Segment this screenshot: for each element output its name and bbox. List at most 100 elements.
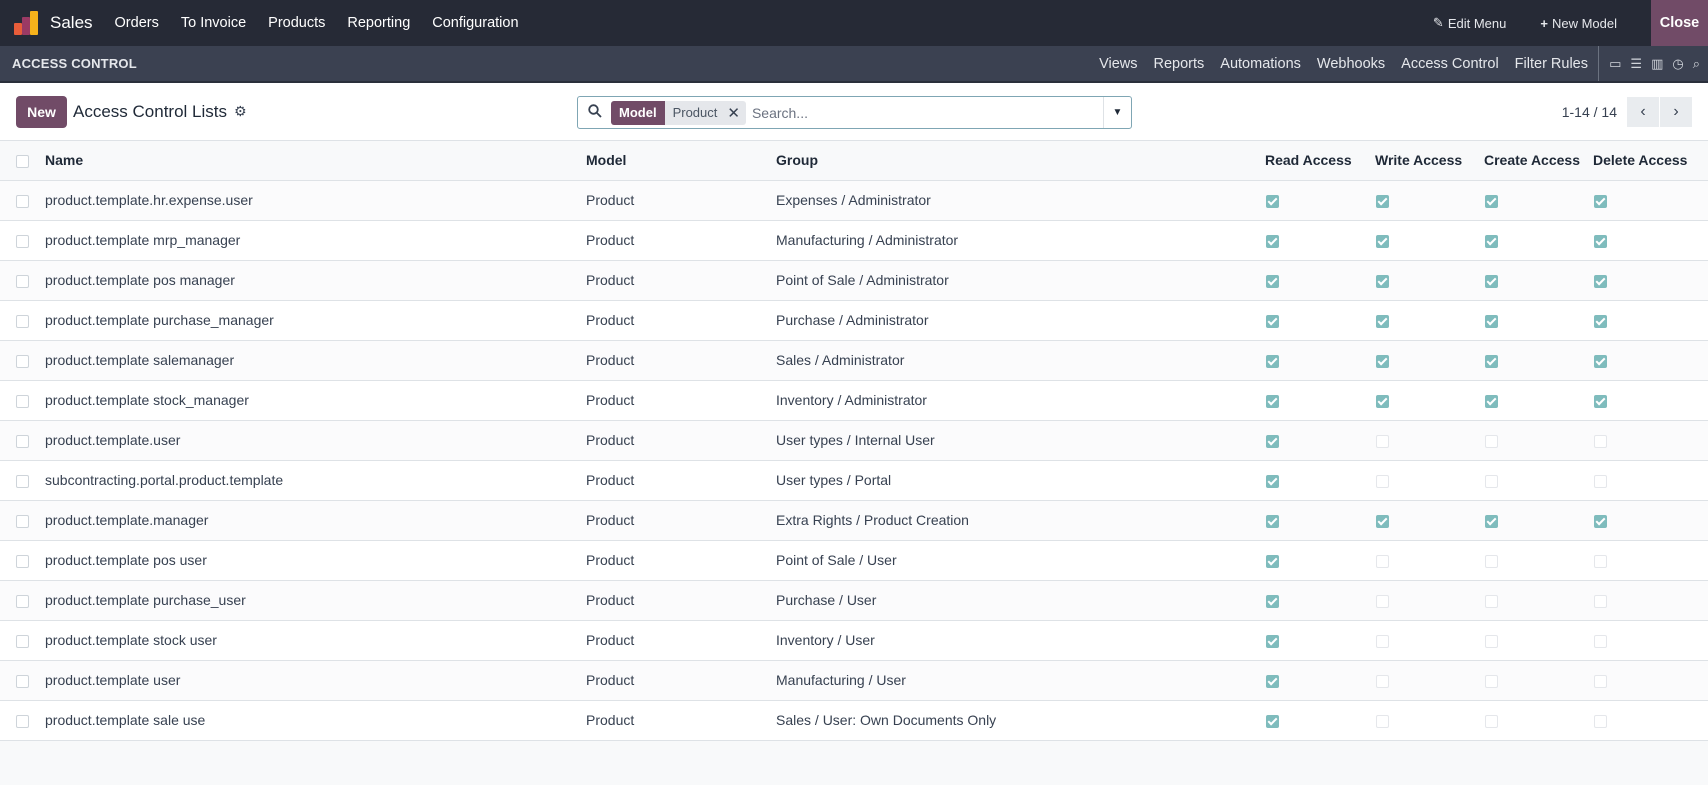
read-access-checkbox[interactable] <box>1266 434 1279 448</box>
search-options-dropdown-icon[interactable]: ▼ <box>1103 97 1131 128</box>
cell-model[interactable]: Product <box>586 700 776 740</box>
cell-model[interactable]: Product <box>586 620 776 660</box>
write-access-checkbox[interactable] <box>1376 554 1389 568</box>
create-access-checkbox[interactable] <box>1485 234 1498 248</box>
write-access-checkbox[interactable] <box>1376 354 1389 368</box>
cell-model[interactable]: Product <box>586 500 776 540</box>
read-access-checkbox[interactable] <box>1266 594 1279 608</box>
row-select-checkbox[interactable] <box>16 314 29 328</box>
pager-next-icon[interactable]: › <box>1660 96 1692 127</box>
read-access-checkbox[interactable] <box>1266 194 1279 208</box>
create-access-checkbox[interactable] <box>1485 474 1498 488</box>
write-access-checkbox[interactable] <box>1376 434 1389 448</box>
pager-previous-icon[interactable]: ‹ <box>1627 96 1659 127</box>
cell-model[interactable]: Product <box>586 460 776 500</box>
create-access-checkbox[interactable] <box>1485 514 1498 528</box>
read-access-checkbox[interactable] <box>1266 634 1279 648</box>
cell-model[interactable]: Product <box>586 260 776 300</box>
menu-orders[interactable]: Orders <box>115 15 159 31</box>
delete-access-checkbox[interactable] <box>1594 474 1607 488</box>
edit-menu-button[interactable]: ✎ Edit Menu <box>1433 15 1506 31</box>
column-name[interactable]: Name <box>45 141 586 180</box>
table-row[interactable]: product.template.manager Product Extra Rig… <box>0 500 1708 540</box>
row-select-checkbox[interactable] <box>16 234 29 248</box>
table-row[interactable]: product.template pos user Product Point of… <box>0 540 1708 580</box>
write-access-checkbox[interactable] <box>1376 674 1389 688</box>
tab-filter-rules[interactable]: Filter Rules <box>1515 56 1588 72</box>
create-access-checkbox[interactable] <box>1485 194 1498 208</box>
row-select-checkbox[interactable] <box>16 674 29 688</box>
read-access-checkbox[interactable] <box>1266 274 1279 288</box>
write-access-checkbox[interactable] <box>1376 314 1389 328</box>
read-access-checkbox[interactable] <box>1266 554 1279 568</box>
table-row[interactable]: product.template stock user Product Invent… <box>0 620 1708 660</box>
write-access-checkbox[interactable] <box>1376 234 1389 248</box>
write-access-checkbox[interactable] <box>1376 274 1389 288</box>
cell-name[interactable]: product.template sale use <box>45 700 586 740</box>
table-row[interactable]: product.template user Product Manufacturin… <box>0 660 1708 700</box>
tab-webhooks[interactable]: Webhooks <box>1317 56 1385 72</box>
cell-name[interactable]: product.template salemanager <box>45 340 586 380</box>
search-icon[interactable] <box>588 104 606 121</box>
delete-access-checkbox[interactable] <box>1594 394 1607 408</box>
read-access-checkbox[interactable] <box>1266 394 1279 408</box>
cell-name[interactable]: product.template purchase_user <box>45 580 586 620</box>
cell-group[interactable]: Extra Rights / Product Creation <box>776 500 1265 540</box>
create-access-checkbox[interactable] <box>1485 314 1498 328</box>
create-access-checkbox[interactable] <box>1485 594 1498 608</box>
delete-access-checkbox[interactable] <box>1594 434 1607 448</box>
write-access-checkbox[interactable] <box>1376 714 1389 728</box>
form-view-icon[interactable]: ▭ <box>1609 56 1621 72</box>
read-access-checkbox[interactable] <box>1266 234 1279 248</box>
delete-access-checkbox[interactable] <box>1594 274 1607 288</box>
write-access-checkbox[interactable] <box>1376 594 1389 608</box>
create-access-checkbox[interactable] <box>1485 714 1498 728</box>
cell-name[interactable]: product.template user <box>45 660 586 700</box>
cell-group[interactable]: Inventory / User <box>776 620 1265 660</box>
app-name[interactable]: Sales <box>50 13 93 33</box>
tab-views[interactable]: Views <box>1099 56 1137 72</box>
cell-name[interactable]: product.template pos user <box>45 540 586 580</box>
row-select-checkbox[interactable] <box>16 594 29 608</box>
sales-app-icon[interactable] <box>14 11 40 35</box>
cell-group[interactable]: Manufacturing / Administrator <box>776 220 1265 260</box>
list-view-icon[interactable]: ☰ <box>1630 56 1642 72</box>
cell-group[interactable]: Purchase / Administrator <box>776 300 1265 340</box>
close-studio-button[interactable]: Close <box>1651 0 1708 46</box>
cell-name[interactable]: subcontracting.portal.product.template <box>45 460 586 500</box>
cell-name[interactable]: product.template.hr.expense.user <box>45 180 586 220</box>
table-row[interactable]: product.template sale use Product Sales / … <box>0 700 1708 740</box>
write-access-checkbox[interactable] <box>1376 474 1389 488</box>
cell-name[interactable]: product.template mrp_manager <box>45 220 586 260</box>
menu-reporting[interactable]: Reporting <box>347 15 410 31</box>
cell-group[interactable]: Point of Sale / User <box>776 540 1265 580</box>
create-access-checkbox[interactable] <box>1485 554 1498 568</box>
cell-name[interactable]: product.template purchase_manager <box>45 300 586 340</box>
delete-access-checkbox[interactable] <box>1594 194 1607 208</box>
menu-configuration[interactable]: Configuration <box>432 15 518 31</box>
cell-group[interactable]: Sales / Administrator <box>776 340 1265 380</box>
create-access-checkbox[interactable] <box>1485 394 1498 408</box>
column-model[interactable]: Model <box>586 141 776 180</box>
row-select-checkbox[interactable] <box>16 514 29 528</box>
cell-model[interactable]: Product <box>586 420 776 460</box>
cell-name[interactable]: product.template stock user <box>45 620 586 660</box>
row-select-checkbox[interactable] <box>16 354 29 368</box>
new-model-button[interactable]: + New Model <box>1540 16 1617 31</box>
cell-group[interactable]: User types / Internal User <box>776 420 1265 460</box>
delete-access-checkbox[interactable] <box>1594 554 1607 568</box>
tab-automations[interactable]: Automations <box>1220 56 1301 72</box>
gear-icon[interactable]: ⚙ <box>234 103 247 120</box>
create-access-checkbox[interactable] <box>1485 274 1498 288</box>
search-input[interactable] <box>751 104 1103 121</box>
kanban-view-icon[interactable]: ▥ <box>1651 56 1663 72</box>
select-all-checkbox[interactable] <box>16 155 29 169</box>
remove-facet-icon[interactable]: ✕ <box>727 104 740 122</box>
create-access-checkbox[interactable] <box>1485 354 1498 368</box>
row-select-checkbox[interactable] <box>16 274 29 288</box>
read-access-checkbox[interactable] <box>1266 354 1279 368</box>
search-view-icon[interactable]: ⌕ <box>1693 56 1700 72</box>
column-read-access[interactable]: Read Access <box>1265 141 1375 180</box>
row-select-checkbox[interactable] <box>16 474 29 488</box>
delete-access-checkbox[interactable] <box>1594 514 1607 528</box>
